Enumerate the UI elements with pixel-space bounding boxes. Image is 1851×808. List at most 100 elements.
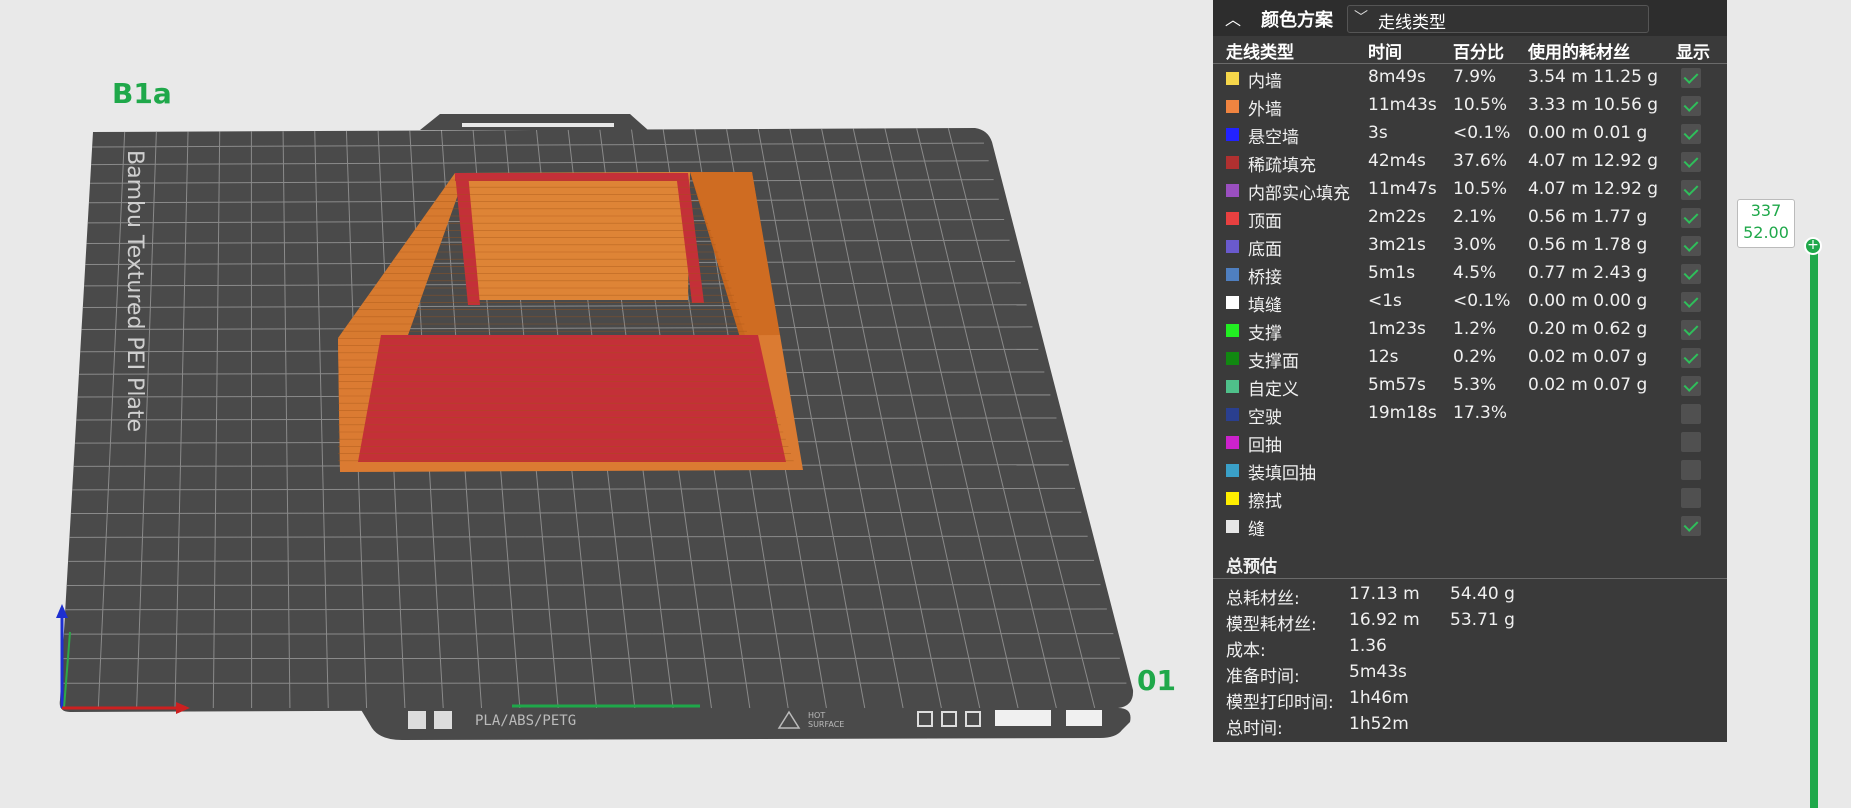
feature-percent: 17.3% [1453, 403, 1508, 423]
feature-time: 11m43s [1368, 95, 1437, 115]
grid-line [65, 608, 1107, 611]
color-swatch [1226, 184, 1239, 197]
feature-filament: 0.02 m 0.07 g [1528, 375, 1648, 395]
feature-percent: 3.0% [1453, 235, 1497, 255]
feature-name: 支撑面 [1248, 352, 1299, 372]
feature-name: 装填回抽 [1248, 464, 1316, 484]
collapse-chevron-up-icon[interactable]: ︿ [1225, 6, 1247, 29]
feature-percent: <0.1% [1453, 123, 1511, 143]
show-checkbox[interactable] [1681, 320, 1701, 340]
legend-row: 填缝 <1s <0.1% 0.00 m 0.00 g [1213, 288, 1727, 316]
layer-slider-track[interactable] [1810, 246, 1818, 808]
feature-percent: 10.5% [1453, 95, 1508, 115]
feature-time: 11m47s [1368, 179, 1437, 199]
feature-time: 42m4s [1368, 151, 1426, 171]
color-scheme-title: 颜色方案 [1261, 10, 1333, 31]
color-swatch [1226, 296, 1239, 309]
feature-time: 12s [1368, 347, 1399, 367]
col-header-percent: 百分比 [1453, 43, 1504, 63]
show-checkbox[interactable] [1681, 292, 1701, 312]
plate-number-label[interactable]: 01 [1137, 664, 1176, 697]
color-swatch [1226, 268, 1239, 281]
legend-panel: ︿ 颜色方案 ﹀ 走线类型 走线类型 时间 百分比 使用的耗材丝 显示 内墙 8m… [1213, 0, 1727, 742]
color-swatch [1226, 380, 1239, 393]
show-checkbox[interactable] [1681, 432, 1701, 452]
color-swatch [1226, 408, 1239, 421]
feature-filament: 0.00 m 0.00 g [1528, 291, 1648, 311]
legend-row: 支撑面 12s 0.2% 0.02 m 0.07 g [1213, 344, 1727, 372]
feature-name: 稀疏填充 [1248, 156, 1316, 176]
show-checkbox[interactable] [1681, 376, 1701, 396]
feature-name: 悬空墙 [1248, 128, 1299, 148]
show-checkbox[interactable] [1681, 96, 1701, 116]
color-scheme-select[interactable]: ﹀ 走线类型 [1347, 5, 1649, 33]
layer-slider-label: 337 52.00 [1737, 199, 1795, 248]
hot-surface-label-2: SURFACE [808, 720, 844, 729]
legend-row: 底面 3m21s 3.0% 0.56 m 1.78 g [1213, 232, 1727, 260]
feature-percent: 5.3% [1453, 375, 1497, 395]
plate-name-label: B1a [112, 77, 172, 110]
feature-name: 外墙 [1248, 100, 1282, 120]
legend-row: 装填回抽 [1213, 456, 1727, 484]
legend-row: 悬空墙 3s <0.1% 0.00 m 0.01 g [1213, 120, 1727, 148]
show-checkbox[interactable] [1681, 264, 1701, 284]
feature-name: 内部实心填充 [1248, 184, 1350, 204]
show-checkbox[interactable] [1681, 152, 1701, 172]
feature-filament: 0.00 m 0.01 g [1528, 123, 1648, 143]
legend-row: 自定义 5m57s 5.3% 0.02 m 0.07 g [1213, 372, 1727, 400]
feature-filament: 0.02 m 0.07 g [1528, 347, 1648, 367]
chevron-down-icon: ﹀ [1354, 10, 1368, 26]
estimate-title: 总预估 [1226, 557, 1277, 577]
show-checkbox[interactable] [1681, 124, 1701, 144]
feature-time: 3s [1368, 123, 1388, 143]
color-swatch [1226, 156, 1239, 169]
show-checkbox[interactable] [1681, 516, 1701, 536]
feature-percent: 2.1% [1453, 207, 1497, 227]
feature-time: 19m18s [1368, 403, 1437, 423]
feature-percent: 0.2% [1453, 347, 1497, 367]
legend-row: 回抽 [1213, 428, 1727, 456]
col-header-type: 走线类型 [1226, 43, 1294, 63]
feature-name: 填缝 [1248, 296, 1282, 316]
color-swatch [1226, 128, 1239, 141]
feature-percent: 4.5% [1453, 263, 1497, 283]
col-header-show: 显示 [1676, 43, 1710, 63]
feature-filament: 3.54 m 11.25 g [1528, 67, 1659, 87]
legend-row: 稀疏填充 42m4s 37.6% 4.07 m 12.92 g [1213, 148, 1727, 176]
color-swatch [1226, 352, 1239, 365]
color-swatch [1226, 72, 1239, 85]
legend-row: 内墙 8m49s 7.9% 3.54 m 11.25 g [1213, 64, 1727, 92]
feature-time: 5m1s [1368, 263, 1416, 283]
color-swatch [1226, 520, 1239, 533]
feature-time: <1s [1368, 291, 1402, 311]
show-checkbox[interactable] [1681, 180, 1701, 200]
legend-row: 外墙 11m43s 10.5% 3.33 m 10.56 g [1213, 92, 1727, 120]
legend-header: ︿ 颜色方案 ﹀ 走线类型 [1213, 0, 1727, 36]
feature-name: 内墙 [1248, 72, 1282, 92]
color-swatch [1226, 464, 1239, 477]
feature-time: 2m22s [1368, 207, 1426, 227]
legend-row: 支撑 1m23s 1.2% 0.20 m 0.62 g [1213, 316, 1727, 344]
feature-name: 顶面 [1248, 212, 1282, 232]
color-scheme-value: 走线类型 [1378, 13, 1446, 33]
show-checkbox[interactable] [1681, 488, 1701, 508]
legend-row: 擦拭 [1213, 484, 1727, 512]
feature-filament: 0.56 m 1.77 g [1528, 207, 1648, 227]
show-checkbox[interactable] [1681, 68, 1701, 88]
show-checkbox[interactable] [1681, 236, 1701, 256]
show-checkbox[interactable] [1681, 460, 1701, 480]
plate-handle [420, 114, 648, 130]
feature-name: 空驶 [1248, 408, 1282, 428]
show-checkbox[interactable] [1681, 348, 1701, 368]
plate-material-label: PLA/ABS/PETG [475, 713, 576, 729]
feature-filament: 0.77 m 2.43 g [1528, 263, 1648, 283]
feature-percent: 1.2% [1453, 319, 1497, 339]
col-header-filament: 使用的耗材丝 [1528, 43, 1630, 63]
legend-row: 缝 [1213, 512, 1727, 540]
show-checkbox[interactable] [1681, 208, 1701, 228]
feature-time: 8m49s [1368, 67, 1426, 87]
feature-name: 底面 [1248, 240, 1282, 260]
show-checkbox[interactable] [1681, 404, 1701, 424]
feature-filament: 3.33 m 10.56 g [1528, 95, 1659, 115]
layer-slider-handle-plus-icon[interactable]: + [1804, 237, 1822, 255]
